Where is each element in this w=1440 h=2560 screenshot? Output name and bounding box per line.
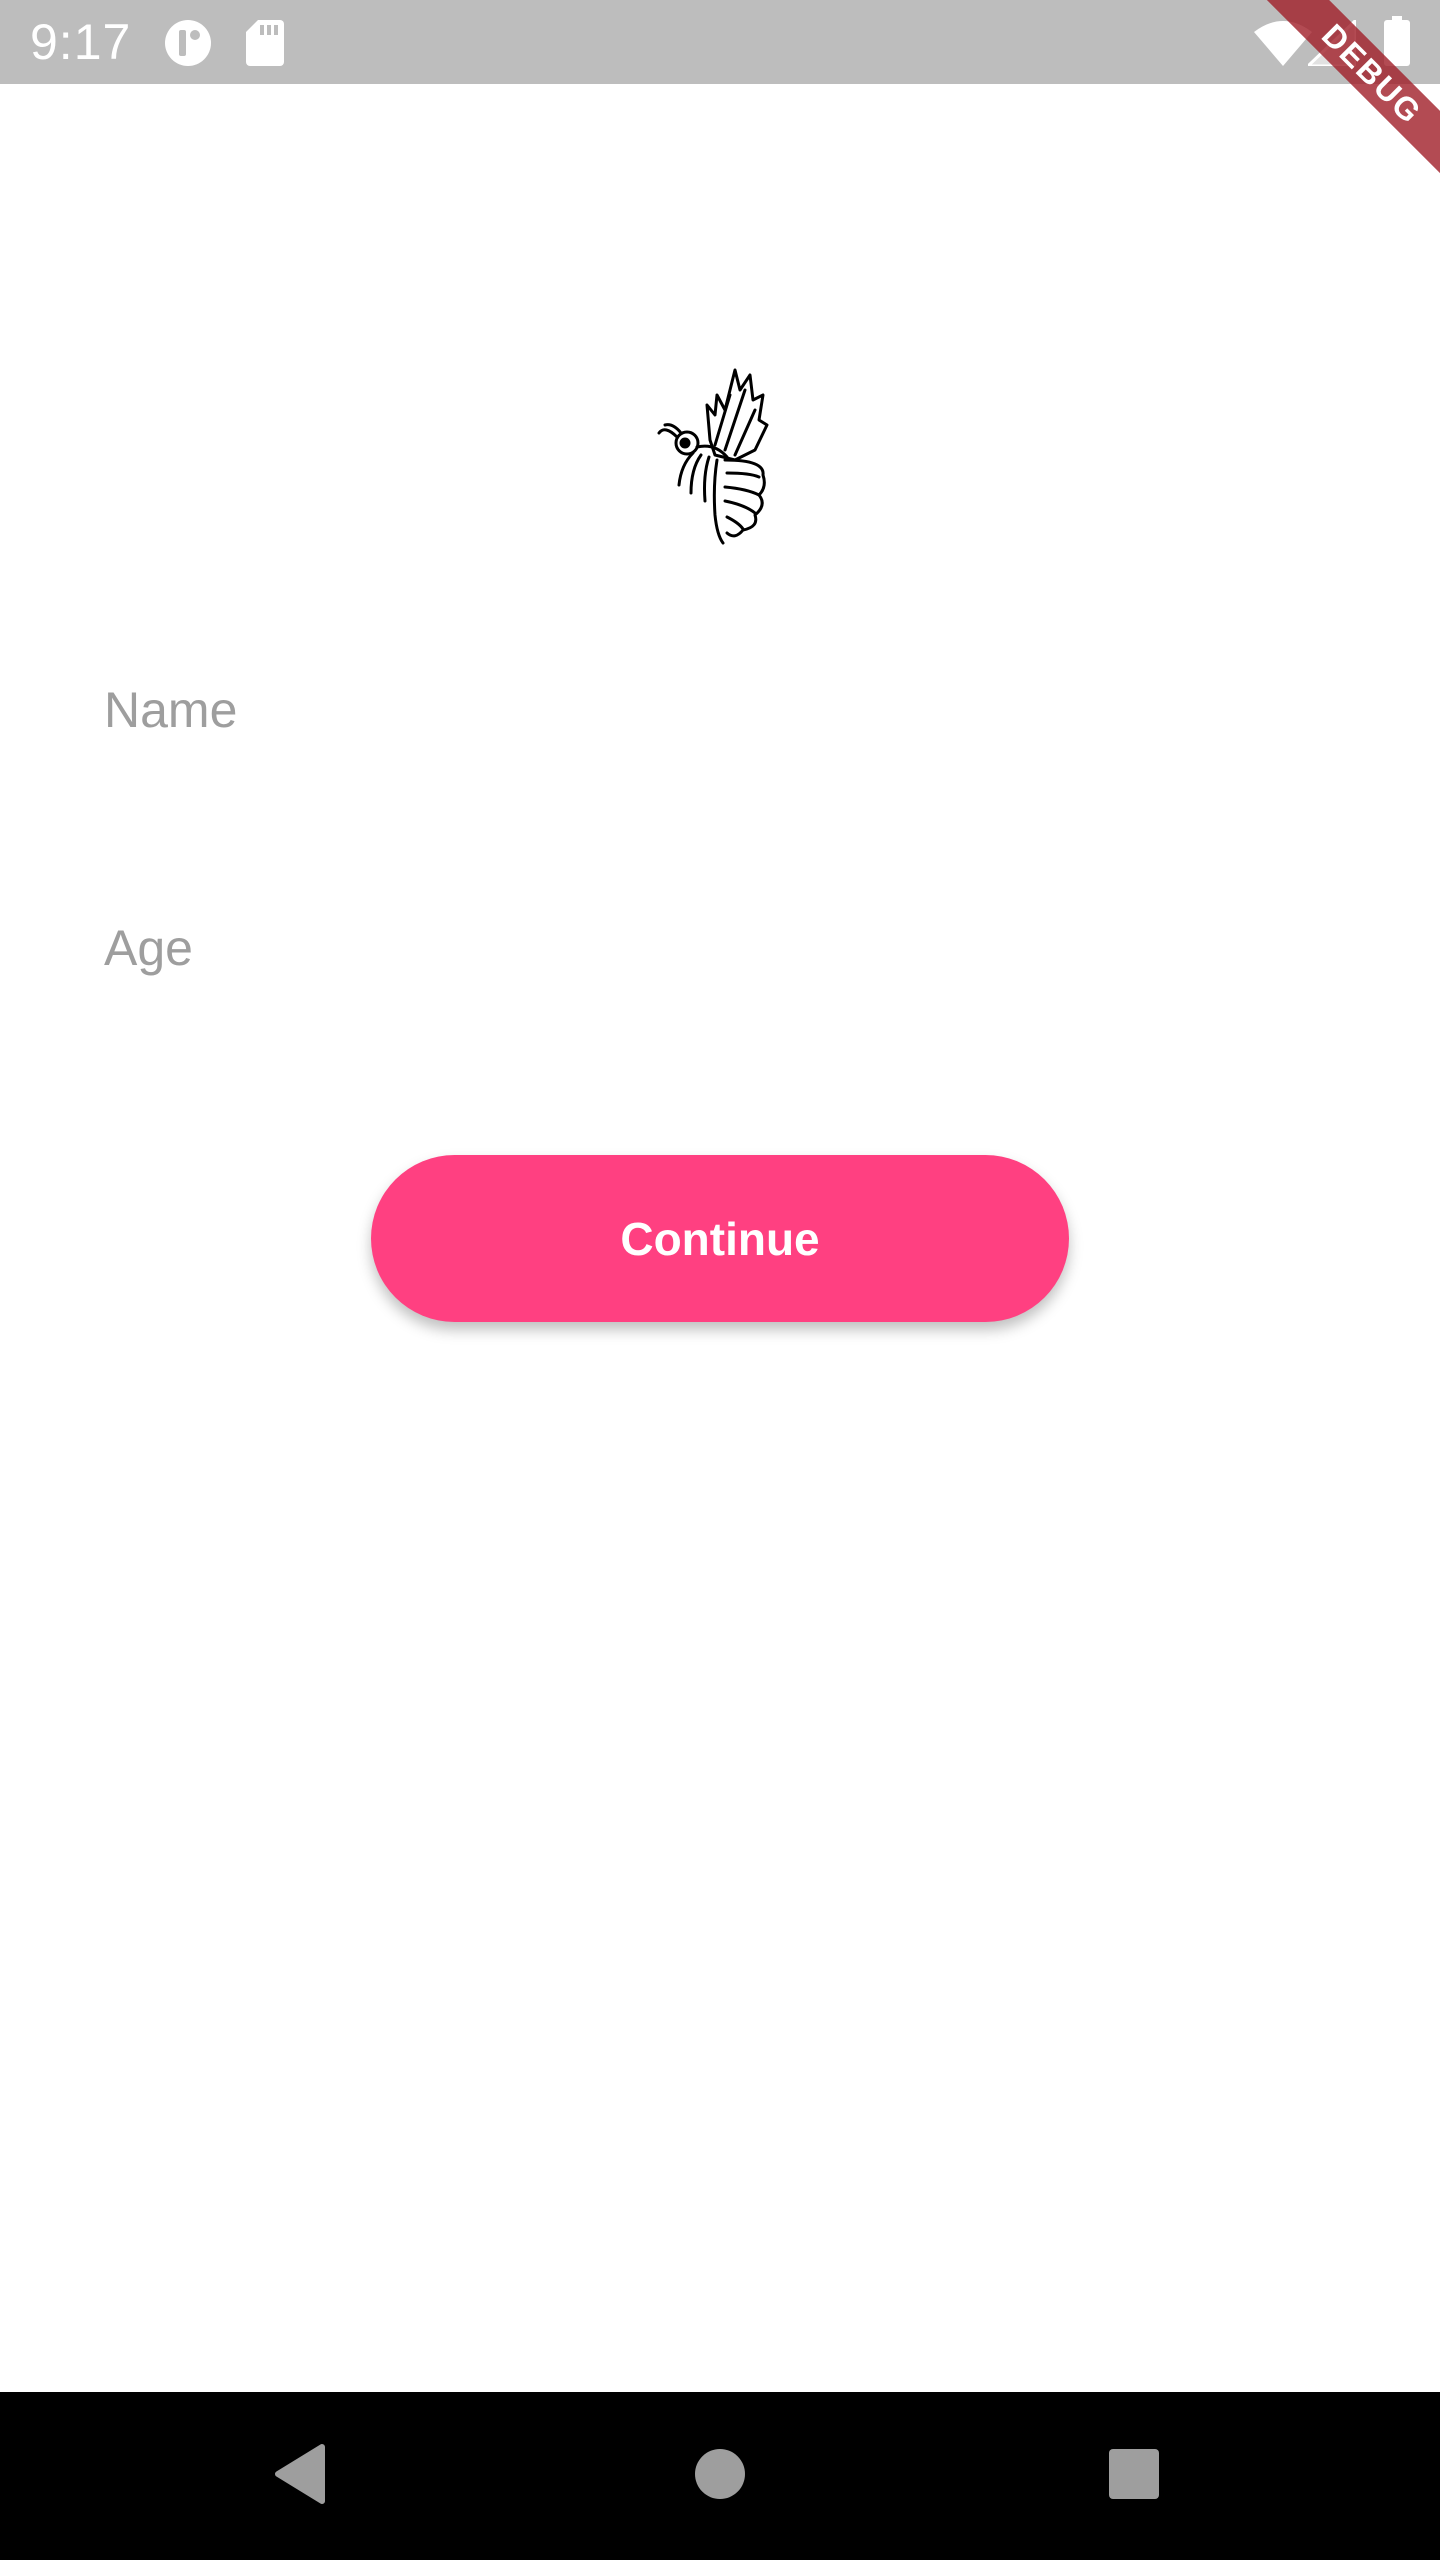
navigation-bar bbox=[0, 2392, 1440, 2560]
name-field[interactable] bbox=[104, 655, 1336, 765]
status-bar: 9:17 bbox=[0, 0, 1440, 84]
bee-logo-icon bbox=[655, 365, 785, 545]
continue-button[interactable]: Continue bbox=[371, 1155, 1069, 1322]
home-button[interactable] bbox=[620, 2392, 820, 2560]
recents-button[interactable] bbox=[1034, 2392, 1234, 2560]
status-time: 9:17 bbox=[30, 14, 132, 70]
sd-card-icon bbox=[246, 20, 284, 71]
battery-icon bbox=[1384, 16, 1410, 71]
recents-icon bbox=[1107, 2447, 1161, 2506]
back-icon bbox=[272, 2443, 328, 2510]
back-button[interactable] bbox=[200, 2392, 400, 2560]
home-icon bbox=[694, 2448, 746, 2505]
notification-app-icon bbox=[162, 18, 214, 73]
app-screen: 9:17 DEBUG Name Age Continue bbox=[0, 0, 1440, 2560]
cell-signal-icon bbox=[1304, 16, 1358, 71]
wifi-icon bbox=[1254, 20, 1312, 71]
age-field[interactable] bbox=[104, 893, 1336, 1003]
